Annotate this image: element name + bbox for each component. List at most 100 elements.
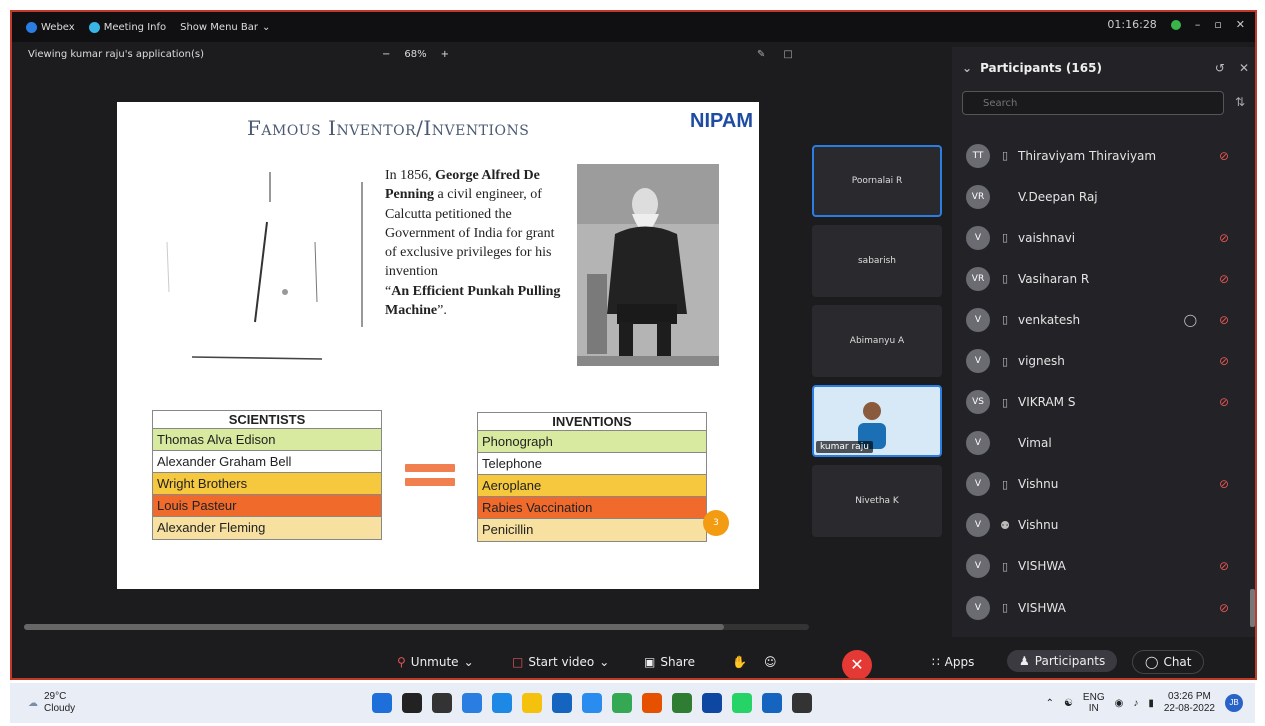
annotate-icon[interactable]: ✎ — [757, 49, 765, 60]
taskbar-app-icon[interactable] — [702, 693, 722, 713]
apps-button[interactable]: ∷ Apps — [932, 655, 974, 669]
participant-row[interactable]: V ⚉ Vishnu — [952, 505, 1249, 546]
taskbar-app-icon[interactable] — [672, 693, 692, 713]
taskbar-app-icon[interactable] — [432, 693, 452, 713]
chat-bubble-icon[interactable]: ◯ — [1184, 313, 1197, 327]
video-tile[interactable]: Nivetha K — [812, 465, 942, 537]
unmute-button[interactable]: ⚲ Unmute ⌄ — [397, 655, 474, 669]
microphone-muted-icon[interactable]: ⊘ — [1219, 477, 1229, 491]
video-tile[interactable]: sabarish — [812, 225, 942, 297]
video-tile[interactable]: Poornalai R — [812, 145, 942, 217]
taskbar-app-icon[interactable] — [762, 693, 782, 713]
close-button[interactable]: ✕ — [1236, 18, 1245, 31]
restore-button[interactable]: ▫ — [1214, 18, 1221, 31]
participant-search-input[interactable] — [962, 91, 1224, 115]
meeting-info-menu[interactable]: Meeting Info — [88, 21, 166, 33]
microphone-muted-icon[interactable]: ⊘ — [1219, 313, 1229, 327]
share-scrollbar-thumb[interactable] — [24, 624, 724, 630]
participant-row[interactable]: V ▯ VISHWA ⊘ — [952, 546, 1249, 587]
chevron-down-icon[interactable]: ⌄ — [464, 655, 474, 669]
video-tile[interactable]: Abimanyu A — [812, 305, 942, 377]
popout-panel-icon[interactable]: ↺ — [1215, 61, 1225, 75]
phone-device-icon: ▯ — [1001, 559, 1009, 573]
taskbar-app-icon[interactable] — [612, 693, 632, 713]
clock[interactable]: 03:26 PM 22-08-2022 — [1164, 691, 1215, 715]
minimize-button[interactable]: – — [1195, 18, 1201, 31]
zoom-in-button[interactable]: + — [441, 49, 449, 60]
taskbar-app-icon[interactable] — [642, 693, 662, 713]
collapse-chevron-icon[interactable]: ⌄ — [962, 61, 972, 75]
raise-hand-button[interactable]: ✋ — [732, 655, 747, 669]
slide-title: Famous Inventor/Inventions — [247, 116, 530, 140]
shared-slide: Famous Inventor/Inventions NIPAM In 1856… — [117, 102, 759, 589]
scientist-row: Alexander Fleming — [153, 517, 381, 539]
chat-icon: ◯ — [1145, 655, 1159, 669]
close-panel-icon[interactable]: ✕ — [1239, 61, 1249, 75]
reactions-button[interactable]: ☺ — [764, 655, 777, 669]
sort-icon[interactable]: ⇅ — [1235, 95, 1245, 109]
participant-avatar: TT — [966, 143, 990, 168]
taskbar-app-icon[interactable] — [582, 693, 602, 713]
microphone-muted-icon[interactable]: ⊘ — [1219, 601, 1229, 615]
popout-icon[interactable]: □ — [783, 49, 792, 60]
tray-overflow-icon[interactable]: ⌃ — [1046, 698, 1054, 709]
meeting-timer: 01:16:28 — [1107, 18, 1157, 31]
participants-header: ⌄ Participants (165) ↺ ✕ — [952, 55, 1255, 81]
participant-row[interactable]: V ▯ venkatesh ◯ ⊘ — [952, 299, 1249, 340]
participant-row[interactable]: V ▯ VISHWA ⊘ — [952, 587, 1249, 628]
taskbar-app-icon[interactable] — [792, 693, 812, 713]
zoom-out-button[interactable]: − — [382, 49, 390, 60]
microphone-muted-icon[interactable]: ⊘ — [1219, 395, 1229, 409]
taskbar-app-icon[interactable] — [732, 693, 752, 713]
participant-row[interactable]: V ▯ vaishnavi ⊘ — [952, 217, 1249, 258]
participant-row[interactable]: V ▯ vignesh ⊘ — [952, 340, 1249, 381]
microphone-muted-icon[interactable]: ⊘ — [1219, 354, 1229, 368]
equals-sign — [405, 464, 455, 492]
microphone-muted-icon[interactable]: ⊘ — [1219, 272, 1229, 286]
participant-avatar: VS — [966, 390, 990, 415]
share-button[interactable]: ▣ Share — [644, 655, 695, 669]
pin-icon: ⚉ — [1000, 518, 1010, 532]
participant-row[interactable]: TT ▯ Thiraviyam Thiraviyam ⊘ — [952, 135, 1249, 176]
participant-avatar: V — [966, 472, 990, 497]
video-tile-active-speaker[interactable]: kumar raju — [812, 385, 942, 457]
show-menu-bar-button[interactable]: Show Menu Bar ⌄ — [180, 22, 270, 33]
taskbar-app-icon[interactable] — [492, 693, 512, 713]
participant-name: VIKRAM S — [1018, 395, 1076, 410]
volume-icon[interactable]: ♪ — [1133, 698, 1138, 709]
inventor-portrait-photo — [577, 164, 719, 366]
chat-button[interactable]: ◯ Chat — [1132, 650, 1205, 674]
zoom-controls: − 68% + — [382, 49, 449, 60]
participant-scrollbar[interactable] — [1250, 589, 1255, 627]
microphone-muted-icon[interactable]: ⊘ — [1219, 149, 1229, 163]
clock-date: 22-08-2022 — [1163, 703, 1215, 714]
taskbar-app-icon[interactable] — [462, 693, 482, 713]
taskbar-app-icon[interactable] — [372, 693, 392, 713]
network-icon[interactable]: ☯ — [1064, 698, 1073, 709]
webex-menu[interactable]: Webex — [26, 21, 75, 33]
taskbar-app-icon[interactable] — [522, 693, 542, 713]
microphone-muted-icon[interactable]: ⊘ — [1219, 231, 1229, 245]
inventions-table: INVENTIONS Phonograph Telephone Aeroplan… — [477, 412, 707, 542]
start-video-button[interactable]: □ Start video ⌄ — [512, 655, 609, 669]
taskbar-app-icon[interactable] — [552, 693, 572, 713]
participant-row[interactable]: VR V.Deepan Raj — [952, 176, 1249, 217]
participant-name: Vasiharan R — [1018, 271, 1090, 286]
battery-icon[interactable]: ▮ — [1148, 698, 1154, 709]
participants-button[interactable]: ♟ Participants — [1007, 650, 1118, 672]
taskbar-apps — [372, 693, 812, 713]
participant-row[interactable]: VR ▯ Vasiharan R ⊘ — [952, 258, 1249, 299]
participant-row[interactable]: V ▯ Vishnu ⊘ — [952, 464, 1249, 505]
invention-row: Aeroplane — [478, 475, 706, 497]
chevron-down-icon[interactable]: ⌄ — [599, 655, 609, 669]
weather-widget[interactable]: ☁ 29°C Cloudy — [28, 691, 75, 715]
taskbar-app-icon[interactable] — [402, 693, 422, 713]
participant-row[interactable]: V Vimal — [952, 423, 1249, 464]
leave-meeting-button[interactable]: ✕ — [842, 650, 872, 678]
user-avatar[interactable]: JB — [1225, 694, 1243, 712]
chat-label: Chat — [1163, 655, 1192, 669]
language-indicator[interactable]: ENG IN — [1083, 692, 1105, 714]
wifi-icon[interactable]: ◉ — [1115, 698, 1124, 709]
participant-row[interactable]: VS ▯ VIKRAM S ⊘ — [952, 382, 1249, 423]
microphone-muted-icon[interactable]: ⊘ — [1219, 559, 1229, 573]
